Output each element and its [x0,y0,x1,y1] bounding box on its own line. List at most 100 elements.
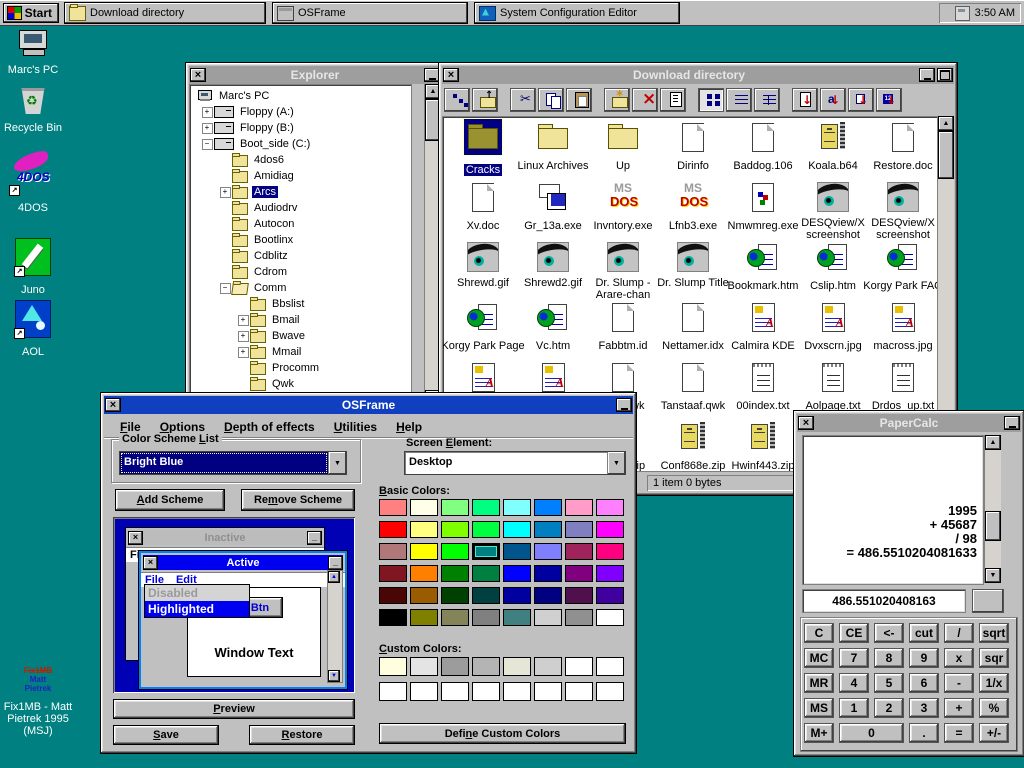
sort-by-date-button[interactable] [876,88,902,112]
file-item[interactable]: Restore.doc [871,119,935,172]
task-button[interactable]: System Configuration Editor [474,2,680,24]
basic-color-swatch[interactable] [441,521,469,538]
key-MS[interactable]: MS [804,698,834,718]
basic-color-swatch[interactable] [565,609,593,626]
basic-color-swatch[interactable] [441,499,469,516]
tree-item[interactable]: Cdblitz [190,248,411,264]
tree-item[interactable]: 4dos6 [190,152,411,168]
view-large-icons-button[interactable] [698,88,724,112]
basic-color-swatch[interactable] [534,521,562,538]
menu-utilities[interactable]: Utilities [334,420,377,434]
basic-color-swatch[interactable] [596,565,624,582]
tree-item[interactable]: +Bwave [190,328,411,344]
sort-alphabetical-button[interactable] [820,88,846,112]
file-item[interactable]: Aolpage.txt [801,359,865,412]
key-5[interactable]: 5 [874,673,904,693]
minimize-icon[interactable] [919,68,935,82]
file-item[interactable]: Hwinf443.zip [731,419,795,472]
clock-tray[interactable]: 3:50 AM [939,3,1021,23]
file-item[interactable]: Drdos_up.txt [871,359,935,412]
file-item[interactable]: Up [591,119,655,172]
desktop-icon-recycle-bin[interactable]: Recycle Bin [0,84,66,134]
basic-color-swatch[interactable] [472,521,500,538]
scroll-up-icon[interactable]: ▲ [938,116,954,131]
save-button[interactable]: Save [113,725,219,745]
file-item[interactable]: Shrewd2.gif [521,239,585,289]
file-item[interactable]: Lfnb3.exe [661,179,725,232]
preview-button[interactable]: Preview [113,699,355,719]
new-folder-button[interactable] [604,88,630,112]
basic-color-swatch[interactable] [503,587,531,604]
task-button[interactable]: OSFrame [272,2,468,24]
color-scheme-combo[interactable]: Bright Blue ▼ [119,451,347,475]
custom-color-swatch[interactable] [565,682,593,701]
custom-color-swatch[interactable] [441,682,469,701]
file-item[interactable]: Dr. Slump - Arare-chan [591,239,655,301]
tree-item[interactable]: +Arcs [190,184,411,200]
tree-item[interactable]: −Boot_side (C:) [190,136,411,152]
file-item[interactable]: DESQview/X screenshot [801,179,865,241]
basic-color-swatch[interactable] [410,609,438,626]
basic-color-swatch[interactable] [441,543,469,560]
key-7[interactable]: 7 [839,648,869,668]
key-sqrt[interactable]: sqrt [979,623,1009,643]
sort-by-size-button[interactable] [848,88,874,112]
file-item[interactable]: Bookmark.htm [731,239,795,292]
desktop-icon-fix1mb[interactable]: Fix1MB Matt Pietrek Fix1MB - Matt Pietre… [2,666,74,737]
key-1/x[interactable]: 1/x [979,673,1009,693]
basic-color-swatch[interactable] [565,565,593,582]
basic-color-swatch[interactable] [503,609,531,626]
desktop-icon-4dos[interactable]: ↗ 4DOS [0,152,66,214]
scroll-down-icon[interactable]: ▼ [985,568,1001,583]
desktop-icon-aol[interactable]: ↗ AOL [0,300,66,358]
key-=[interactable]: = [944,723,974,743]
tree-item[interactable]: Qwk [190,376,411,392]
file-item[interactable]: Korgy Park Page [451,299,515,352]
basic-color-swatch[interactable] [503,499,531,516]
custom-color-swatch[interactable] [503,657,531,676]
file-item[interactable]: Cslip.htm [801,239,865,292]
osframe-titlebar[interactable]: × OSFrame [104,396,633,414]
file-item[interactable]: 00index.txt [731,359,795,412]
chevron-down-icon[interactable]: ▼ [607,452,625,474]
file-item[interactable]: DESQview/X screenshot [871,179,935,241]
tree-item[interactable]: +Mmail [190,344,411,360]
basic-color-swatch[interactable] [379,565,407,582]
file-item[interactable]: Dirinfo [661,119,725,172]
tree-item[interactable]: Autocon [190,216,411,232]
view-details-button[interactable] [754,88,780,112]
file-item[interactable]: Linux Archives [521,119,585,172]
define-custom-colors-button[interactable]: Define Custom Colors [379,723,626,744]
display-side-box[interactable] [972,589,1004,613]
copy-button[interactable] [538,88,564,112]
expand-toggle-icon[interactable]: − [202,139,213,150]
papercalc-titlebar[interactable]: × PaperCalc [797,414,1021,432]
cut-button[interactable] [510,88,536,112]
basic-color-swatch[interactable] [379,587,407,604]
maximize-icon[interactable] [937,68,953,82]
start-button[interactable]: Start [3,3,59,23]
key-.[interactable]: . [909,723,939,743]
basic-color-swatch[interactable] [379,609,407,626]
menu-options[interactable]: Options [160,420,205,434]
minimize-icon[interactable] [1004,416,1020,430]
file-item[interactable]: macross.jpg [871,299,935,352]
file-item[interactable]: Vc.htm [521,299,585,352]
basic-color-swatch[interactable] [565,587,593,604]
key-<-[interactable]: <- [874,623,904,643]
tree-item[interactable]: Bbslist [190,296,411,312]
basic-color-swatch[interactable] [441,587,469,604]
file-item[interactable]: Xv.doc [451,179,515,232]
basic-color-swatch[interactable] [565,521,593,538]
explorer-titlebar[interactable]: × Explorer [189,66,441,84]
basic-color-swatch[interactable] [410,521,438,538]
key--[interactable]: - [944,673,974,693]
key-/[interactable]: / [944,623,974,643]
file-item[interactable]: Conf868e.zip [661,419,725,472]
view-list-button[interactable] [726,88,752,112]
menu-help[interactable]: Help [396,420,422,434]
key-4[interactable]: 4 [839,673,869,693]
key-C[interactable]: C [804,623,834,643]
expand-toggle-icon[interactable]: + [238,315,249,326]
basic-color-swatch[interactable] [534,609,562,626]
